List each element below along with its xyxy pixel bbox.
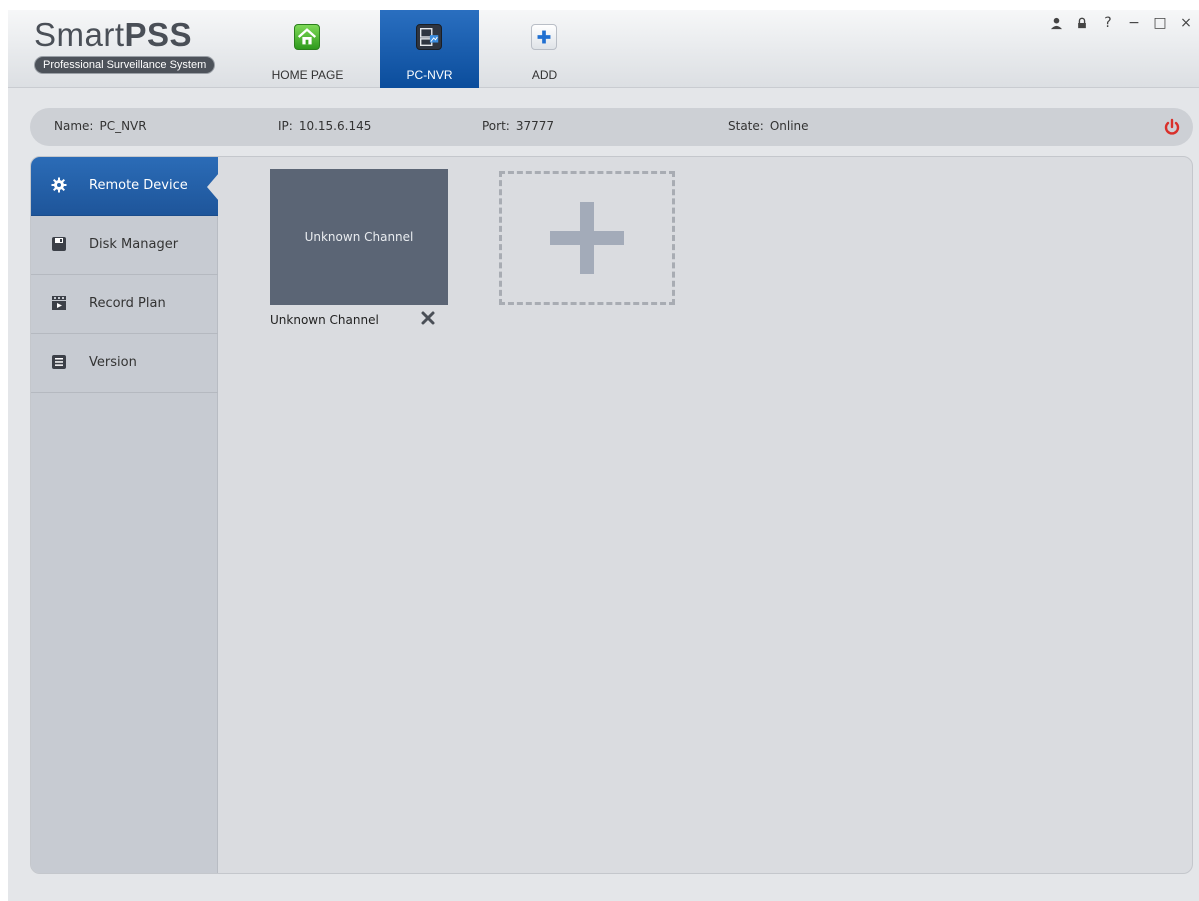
- plus-icon: [580, 202, 594, 274]
- device-state: State: Online: [728, 119, 809, 133]
- add-icon: [531, 24, 557, 50]
- ip-label: IP:: [278, 119, 293, 133]
- logo-title: SmartPSS: [34, 16, 193, 53]
- sidebar-item-disk-manager[interactable]: Disk Manager: [31, 216, 218, 275]
- channel-card[interactable]: Unknown Channel: [270, 169, 448, 305]
- sidebar-item-label: Disk Manager: [89, 237, 179, 252]
- device-name: Name: PC_NVR: [54, 119, 147, 133]
- sidebar-item-label: Version: [89, 355, 137, 370]
- device-info-bar: Name: PC_NVR IP: 10.15.6.145 Port: 37777 St…: [30, 108, 1193, 146]
- disk-icon: [51, 236, 67, 252]
- tab-add[interactable]: ADD: [495, 10, 594, 88]
- app-logo: SmartPSS Professional Surveillance Syste…: [34, 16, 216, 74]
- tab-label: HOME PAGE: [271, 68, 344, 82]
- sidebar-item-label: Remote Device: [89, 178, 188, 193]
- device-port: Port: 37777: [482, 119, 554, 133]
- tab-label: PC-NVR: [406, 68, 453, 82]
- window-controls: ? − □ ×: [1049, 15, 1193, 31]
- ip-value: 10.15.6.145: [298, 119, 372, 133]
- tab-home-page[interactable]: HOME PAGE: [258, 10, 357, 88]
- sidebar-item-label: Record Plan: [89, 296, 166, 311]
- lock-icon[interactable]: [1075, 16, 1089, 30]
- top-bar: SmartPSS Professional Surveillance Syste…: [8, 10, 1199, 88]
- main-panel: Remote Device Disk Manager Record Plan V…: [30, 156, 1193, 874]
- channel-card-label: Unknown Channel: [304, 230, 414, 244]
- port-label: Port:: [482, 119, 510, 133]
- port-value: 37777: [515, 119, 555, 133]
- sidebar: Remote Device Disk Manager Record Plan V…: [31, 157, 219, 873]
- power-icon[interactable]: [1163, 118, 1181, 136]
- add-channel-button[interactable]: [499, 171, 675, 305]
- device-ip: IP: 10.15.6.145: [278, 119, 371, 133]
- minimize-button[interactable]: −: [1127, 15, 1141, 31]
- maximize-button[interactable]: □: [1153, 15, 1167, 31]
- user-icon[interactable]: [1049, 16, 1063, 30]
- help-button[interactable]: ?: [1101, 15, 1115, 31]
- delete-channel-icon[interactable]: [420, 310, 436, 326]
- record-plan-icon: [51, 295, 67, 311]
- pc-nvr-icon: [416, 24, 442, 50]
- smartpss-window: SmartPSS Professional Surveillance Syste…: [8, 10, 1199, 901]
- close-button[interactable]: ×: [1179, 15, 1193, 31]
- remote-device-content: Unknown Channel Unknown Channel: [219, 157, 1192, 873]
- tab-label: ADD: [531, 68, 558, 82]
- name-label: Name:: [54, 119, 94, 133]
- gear-icon: [51, 177, 67, 193]
- state-value: Online: [769, 119, 809, 133]
- state-label: State:: [728, 119, 764, 133]
- sidebar-item-remote-device[interactable]: Remote Device: [31, 157, 219, 216]
- logo-subtitle: Professional Surveillance System: [34, 56, 216, 74]
- name-value: PC_NVR: [99, 119, 147, 133]
- sidebar-item-record-plan[interactable]: Record Plan: [31, 275, 218, 334]
- sidebar-item-version[interactable]: Version: [31, 334, 218, 393]
- home-icon: [294, 24, 320, 50]
- tab-pc-nvr[interactable]: PC-NVR: [380, 10, 479, 88]
- channel-caption: Unknown Channel: [270, 313, 379, 327]
- version-icon: [51, 354, 67, 370]
